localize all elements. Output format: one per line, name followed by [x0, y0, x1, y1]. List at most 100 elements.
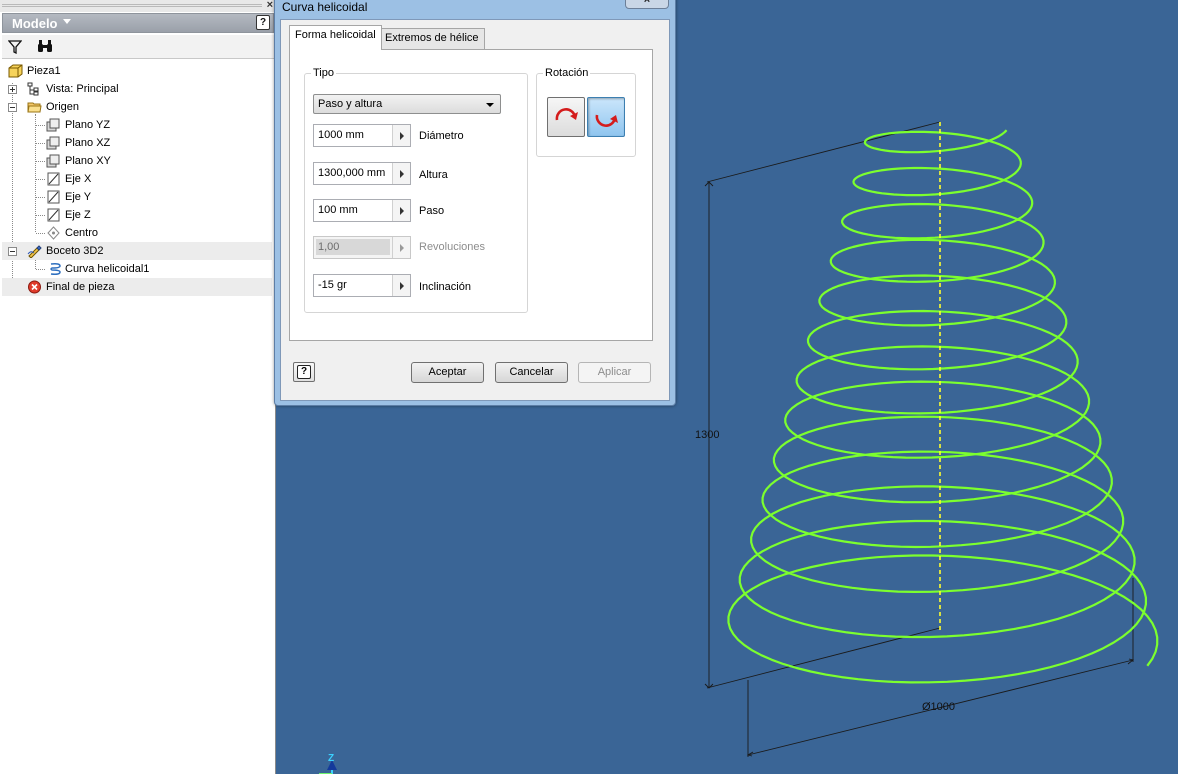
helical-curve [727, 129, 1159, 684]
grip-lines [2, 4, 262, 5]
height-value[interactable]: 1300,000 mm [318, 167, 385, 179]
browser-toolbar [2, 35, 274, 59]
tree-item-plane-xy[interactable]: Plano XY [2, 152, 272, 170]
end-of-part-icon [28, 280, 41, 294]
help-icon[interactable]: ? [256, 15, 270, 30]
tree-item-center[interactable]: Centro [2, 224, 272, 242]
dialog-close-button[interactable]: × [625, 0, 669, 9]
taper-label: Inclinación [419, 281, 471, 293]
revolutions-label: Revoluciones [419, 241, 486, 253]
tree-label-origin-item: Eje X [65, 173, 92, 185]
folder-icon [27, 102, 42, 113]
pitch-value[interactable]: 100 mm [318, 204, 358, 216]
dialog-body: Forma helicoidal Extremos de hélice Tipo… [280, 19, 670, 401]
browser-title[interactable]: Modelo [12, 16, 58, 31]
helix-icon [50, 263, 61, 275]
tree-label-view: Vista: Principal [46, 83, 119, 95]
tree-label-end-of-part: Final de pieza [46, 281, 115, 293]
cancel-button[interactable]: Cancelar [495, 362, 568, 383]
tree-label-part: Pieza1 [27, 65, 61, 77]
panel-grip[interactable]: × [0, 0, 276, 12]
revolutions-field: 1,00 [313, 236, 411, 259]
helical-curve-dialog: Curva helicoidal × Forma helicoidal Extr… [274, 0, 676, 406]
plane-icon [46, 136, 60, 150]
binoculars-icon[interactable] [37, 39, 53, 53]
tree-label-helical-curve: Curva helicoidal1 [65, 263, 150, 275]
height-field[interactable]: 1300,000 mm [313, 162, 411, 185]
type-group-label: Tipo [311, 67, 336, 79]
dimension-diameter-label[interactable]: Ø1000 [922, 701, 955, 713]
diameter-field[interactable]: 1000 mm [313, 124, 411, 147]
pitch-flyout-button[interactable] [392, 200, 410, 221]
center-point-icon [47, 226, 60, 240]
rotate-clockwise-icon [555, 108, 578, 121]
diameter-label: Diámetro [419, 130, 464, 142]
rotation-counterclockwise-button[interactable] [587, 97, 625, 137]
tree-item-axis-x[interactable]: Eje X [2, 170, 272, 188]
model-browser: × Modelo ? Pieza1 Vista: Principal Orige… [0, 0, 276, 774]
type-select-value: Paso y altura [318, 98, 383, 110]
chevron-down-icon[interactable] [63, 19, 71, 24]
tree-item-plane-xz[interactable]: Plano XZ [2, 134, 272, 152]
chevron-down-icon[interactable] [486, 103, 494, 107]
pitch-label: Paso [419, 205, 445, 217]
rotation-group-label: Rotación [543, 67, 591, 79]
tree-item-part[interactable]: Pieza1 [2, 62, 272, 80]
panel-close-button[interactable]: × [267, 0, 273, 11]
tree-item-helical-curve[interactable]: Curva helicoidal1 [2, 260, 272, 278]
view-rep-icon [27, 82, 39, 96]
tree-label-origin-item: Plano XZ [65, 137, 111, 149]
type-group: Tipo Paso y altura 1000 mm Diámetro 1300… [304, 67, 528, 313]
plane-icon [46, 154, 60, 168]
taper-field[interactable]: -15 gr [313, 274, 411, 297]
sketch-3d-icon [27, 245, 42, 258]
tree-item-axis-y[interactable]: Eje Y [2, 188, 272, 206]
rotate-counterclockwise-icon [595, 114, 618, 127]
tree-label-origin: Origen [46, 101, 80, 113]
triad-z-label: Z [328, 753, 335, 764]
revolutions-value: 1,00 [316, 239, 390, 255]
filter-icon[interactable] [8, 40, 22, 54]
pitch-field[interactable]: 100 mm [313, 199, 411, 222]
tree-item-sketch[interactable]: Boceto 3D2 [2, 242, 272, 260]
axis-icon [47, 172, 60, 186]
help-icon: ? [297, 365, 311, 379]
tree-item-origin[interactable]: Origen [2, 98, 272, 116]
tree-item-view[interactable]: Vista: Principal [2, 80, 272, 98]
tree-label-origin-item: Centro [65, 227, 99, 239]
ok-button[interactable]: Aceptar [411, 362, 484, 383]
tree-label-origin-item: Plano XY [65, 155, 111, 167]
revolutions-flyout-button [392, 237, 410, 258]
height-flyout-button[interactable] [392, 163, 410, 184]
diameter-value[interactable]: 1000 mm [318, 129, 364, 141]
browser-header[interactable]: Modelo ? [2, 13, 274, 33]
expand-icon[interactable] [8, 85, 17, 94]
tab-helix-shape[interactable]: Forma helicoidal [289, 25, 382, 50]
taper-flyout-button[interactable] [392, 275, 410, 296]
apply-button: Aplicar [578, 362, 651, 383]
height-label: Altura [419, 169, 448, 181]
part-icon [8, 64, 23, 78]
tree-label-sketch: Boceto 3D2 [46, 245, 104, 257]
rotation-clockwise-button[interactable] [547, 97, 585, 137]
dimension-height-label[interactable]: 1300 [695, 429, 719, 441]
dialog-help-button[interactable]: ? [293, 362, 315, 382]
tab-panel: Tipo Paso y altura 1000 mm Diámetro 1300… [289, 49, 653, 341]
tab-helix-ends[interactable]: Extremos de hélice [379, 28, 485, 49]
taper-value[interactable]: -15 gr [318, 279, 347, 291]
axis-icon [47, 190, 60, 204]
rotation-group: Rotación [536, 67, 636, 157]
tree-item-axis-z[interactable]: Eje Z [2, 206, 272, 224]
diameter-flyout-button[interactable] [392, 125, 410, 146]
collapse-icon[interactable] [8, 247, 17, 256]
type-select[interactable]: Paso y altura [313, 94, 501, 114]
collapse-icon[interactable] [8, 103, 17, 112]
tree-label-origin-item: Eje Y [65, 191, 92, 203]
plane-icon [46, 118, 60, 132]
tree-item-plane-yz[interactable]: Plano YZ [2, 116, 272, 134]
dialog-title: Curva helicoidal [282, 0, 368, 14]
tree-item-end-of-part[interactable]: Final de pieza [2, 278, 272, 296]
tree-label-origin-item: Eje Z [65, 209, 91, 221]
tree-label-origin-item: Plano YZ [65, 119, 111, 131]
axis-icon [47, 208, 60, 222]
